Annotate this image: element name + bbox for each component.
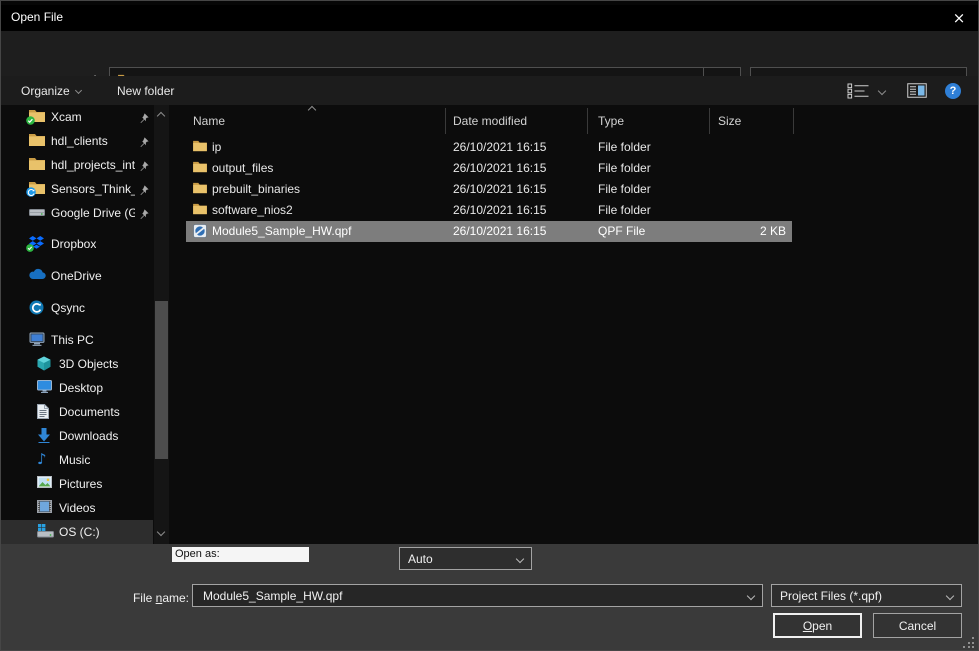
qpf-file-icon (193, 224, 207, 241)
scrollbar-thumb[interactable] (155, 301, 168, 459)
window-title: Open File (11, 10, 63, 24)
sidebar-item-hdl-clients[interactable]: hdl_clients (1, 129, 153, 153)
sidebar-item-onedrive[interactable]: OneDrive (1, 264, 153, 288)
sidebar-item-sensors-think[interactable]: Sensors_Think_( (1, 177, 153, 201)
background-fragment: 26/10/2021 16:15 (185, 1, 271, 4)
preview-pane-button[interactable] (907, 76, 927, 105)
file-row[interactable]: prebuilt_binaries 26/10/2021 16:15 File … (186, 179, 792, 200)
sidebar-item-pictures[interactable]: Pictures (1, 472, 153, 496)
chevron-down-icon[interactable] (747, 591, 755, 599)
help-icon: ? (945, 83, 961, 99)
folder-icon (193, 161, 207, 176)
dialog-footer: Open as: Auto File name: Project Files (… (1, 544, 978, 651)
pin-icon (139, 136, 149, 150)
folder-check-icon (29, 109, 46, 125)
scroll-down-icon[interactable] (157, 528, 165, 536)
navigation-pane: Xcam hdl_clients hdl_projects_int Sensor… (1, 105, 171, 544)
close-icon: × (953, 9, 966, 27)
new-folder-button[interactable]: New folder (113, 76, 178, 105)
sidebar-item-documents[interactable]: Documents (1, 400, 153, 424)
sort-ascending-icon (308, 106, 316, 114)
picture-icon (37, 476, 54, 492)
folder-icon (29, 133, 46, 149)
open-file-dialog: 26/10/2021 16:15 File folder Open File ×… (0, 0, 979, 651)
drive-icon (29, 205, 46, 221)
preview-pane-icon (907, 83, 927, 98)
close-button[interactable]: × (942, 5, 976, 31)
sidebar-item-xcam[interactable]: Xcam (1, 105, 153, 129)
list-header: Name Date modified Type Size (181, 108, 978, 134)
content-area: Xcam hdl_clients hdl_projects_int Sensor… (1, 105, 978, 544)
sidebar-item-this-pc[interactable]: This PC (1, 328, 153, 352)
sidebar-item-qsync[interactable]: Qsync (1, 296, 153, 320)
chevron-down-icon (516, 554, 524, 562)
pin-icon (139, 208, 149, 222)
file-row[interactable]: software_nios2 26/10/2021 16:15 File fol… (186, 200, 792, 221)
music-note-icon: ♪ (37, 452, 54, 468)
open-button[interactable]: Open (773, 613, 862, 638)
folder-sync-icon (29, 181, 46, 197)
file-list: Name Date modified Type Size ip 26/10/20… (181, 105, 978, 544)
organize-label: Organize (21, 84, 70, 98)
cube-icon (37, 356, 54, 372)
open-as-label: Open as: (172, 547, 309, 562)
file-name-input[interactable] (201, 588, 748, 604)
os-drive-icon (37, 524, 54, 540)
file-size: 2 KB (760, 224, 786, 238)
sidebar-item-music[interactable]: ♪ Music (1, 448, 153, 472)
organize-button[interactable]: Organize (17, 76, 85, 105)
file-name-field (192, 584, 763, 607)
file-name-label: File name: (101, 591, 189, 605)
chevron-down-icon (878, 86, 886, 94)
details-view-icon (847, 83, 871, 99)
dropbox-icon (29, 236, 46, 252)
column-header-name[interactable]: Name (193, 114, 225, 128)
column-header-type[interactable]: Type (598, 114, 624, 128)
new-folder-label: New folder (117, 84, 174, 98)
pin-icon (139, 160, 149, 174)
sidebar-item-hdl-projects[interactable]: hdl_projects_int (1, 153, 153, 177)
computer-icon (29, 332, 46, 348)
folder-icon (193, 140, 207, 155)
command-toolbar: Organize New folder ? (1, 76, 978, 105)
sidebar-item-videos[interactable]: Videos (1, 496, 153, 520)
document-icon (37, 404, 54, 420)
sidebar-item-os-c[interactable]: OS (C:) (1, 520, 153, 544)
sidebar-item-downloads[interactable]: Downloads (1, 424, 153, 448)
chevron-down-icon (946, 591, 954, 599)
background-fragment: File folder (352, 1, 400, 4)
desktop-icon (37, 380, 54, 396)
pin-icon (139, 184, 149, 198)
sidebar-item-desktop[interactable]: Desktop (1, 376, 153, 400)
file-type-select[interactable]: Project Files (*.qpf) (771, 584, 962, 607)
sidebar-item-google-drive[interactable]: Google Drive (G (1, 201, 153, 225)
film-icon (37, 500, 54, 516)
views-button[interactable] (847, 76, 871, 105)
sidebar-item-3d-objects[interactable]: 3D Objects (1, 352, 153, 376)
resize-grip[interactable] (963, 637, 975, 649)
file-row[interactable]: output_files 26/10/2021 16:15 File folde… (186, 158, 792, 179)
column-header-date[interactable]: Date modified (453, 114, 527, 128)
folder-icon (193, 182, 207, 197)
navigation-bar: ← → ↑ « sensor-aggregation-reference-des… (1, 31, 978, 76)
cancel-button[interactable]: Cancel (873, 613, 962, 638)
column-header-size[interactable]: Size (718, 114, 741, 128)
views-dropdown-button[interactable] (879, 76, 885, 105)
download-arrow-icon (37, 428, 54, 444)
onedrive-cloud-icon (29, 268, 46, 284)
qsync-icon (29, 300, 46, 316)
file-row-selected[interactable]: Module5_Sample_HW.qpf 26/10/2021 16:15 Q… (186, 221, 792, 242)
file-row[interactable]: ip 26/10/2021 16:15 File folder (186, 137, 792, 158)
folder-icon (193, 203, 207, 218)
sidebar-scrollbar[interactable] (154, 105, 169, 544)
pin-icon (139, 112, 149, 126)
chevron-down-icon (75, 87, 82, 94)
title-bar: Open File × (1, 5, 978, 31)
scroll-up-icon[interactable] (157, 112, 165, 120)
sidebar-item-dropbox[interactable]: Dropbox (1, 232, 153, 256)
open-as-select[interactable]: Auto (399, 547, 532, 570)
folder-icon (29, 157, 46, 173)
help-button[interactable]: ? (945, 76, 961, 105)
